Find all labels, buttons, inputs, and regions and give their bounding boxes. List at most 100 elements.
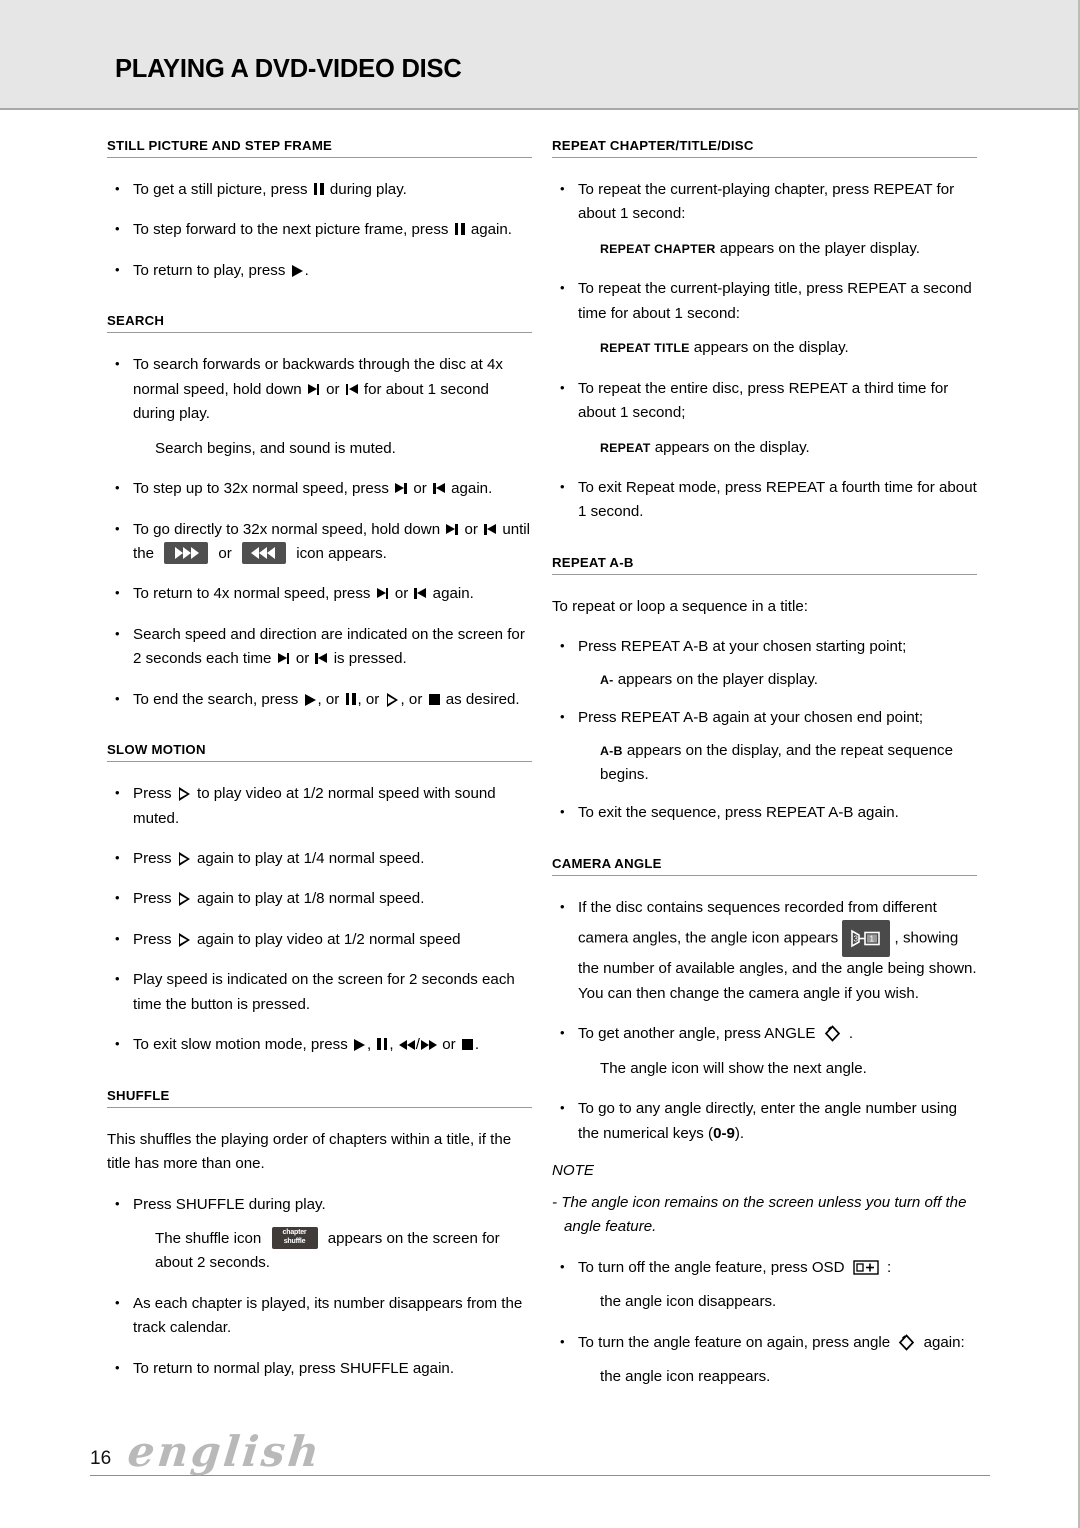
next-track-icon <box>446 523 458 535</box>
section-shuffle: SHUFFLE This shuffles the playing order … <box>107 1088 532 1382</box>
numeric-keys-label: 0-9 <box>713 1124 735 1142</box>
section-intro: This shuffles the playing order of chapt… <box>107 1130 512 1173</box>
bullet-item: If the disc contains sequences recorded … <box>552 896 977 1006</box>
text: or <box>218 544 232 562</box>
bullet-item: To repeat the current-playing title, pre… <box>552 277 977 326</box>
sub-note: A- appears on the player display. <box>552 668 977 692</box>
pause-icon <box>454 223 465 236</box>
text: The shuffle icon <box>155 1229 262 1247</box>
document-page: PLAYING A DVD-VIDEO DISC STILL PICTURE A… <box>0 0 1080 1528</box>
text: or <box>413 480 427 498</box>
text: is pressed. <box>333 650 407 668</box>
text: again. <box>470 221 512 239</box>
text: : <box>886 1258 892 1276</box>
text: again. <box>451 480 493 498</box>
note-text: - The angle icon remains on the screen u… <box>552 1193 967 1236</box>
left-column: STILL PICTURE AND STEP FRAME To get a st… <box>107 138 532 1397</box>
section-still-picture-and-step-frame: STILL PICTURE AND STEP FRAME To get a st… <box>107 138 532 283</box>
bullet-item: To exit Repeat mode, press REPEAT a four… <box>552 476 977 525</box>
text: icon appears. <box>296 544 387 562</box>
bullet-item: To return to play, press . <box>107 259 532 283</box>
bullet-item: To exit slow motion mode, press , , / or… <box>107 1033 532 1057</box>
text: or <box>464 520 478 538</box>
text: Search speed and direction are indicated… <box>133 625 525 668</box>
previous-track-icon <box>315 653 328 665</box>
rewind-icon <box>398 1040 415 1051</box>
bullet-item: To go to any angle directly, enter the a… <box>552 1097 977 1146</box>
camera-angle-display-icon: 3 1 <box>842 920 891 958</box>
pause-icon <box>313 183 324 195</box>
bullet-item: As each chapter is played, its number di… <box>107 1292 532 1341</box>
text: or <box>442 1036 456 1054</box>
bullet-item: Press again to play video at 1/2 normal … <box>107 928 532 952</box>
slow-play-icon <box>178 932 190 947</box>
camera-angle-icon <box>898 1333 915 1351</box>
text: To step up to 32x normal speed, press <box>133 480 389 498</box>
text: To get a still picture, press <box>133 181 308 198</box>
bullet-item: To go directly to 32x normal speed, hold… <box>107 518 532 567</box>
play-icon <box>304 693 316 706</box>
text: . <box>304 261 309 279</box>
section-heading: SLOW MOTION <box>107 742 532 763</box>
fast-forward-display-icon <box>164 541 209 564</box>
shuffle-icon-line-1: chapter <box>282 1228 307 1236</box>
play-icon <box>291 264 303 277</box>
text: To go directly to 32x normal speed, hold… <box>133 520 441 538</box>
page-title: PLAYING A DVD-VIDEO DISC <box>115 55 462 83</box>
text: Press <box>133 890 172 908</box>
previous-track-icon <box>432 483 445 495</box>
bullet-item: Press REPEAT A-B again at your chosen en… <box>552 706 977 730</box>
bullet-item: Press SHUFFLE during play. <box>107 1193 532 1217</box>
bullet-item: To get another angle, press ANGLE . <box>552 1022 977 1046</box>
stop-icon <box>461 1039 473 1051</box>
text: To return to 4x normal speed, press <box>133 585 371 603</box>
text: To return to play, press <box>133 261 286 279</box>
sub-note: A-B appears on the display, and the repe… <box>552 739 977 788</box>
text: appears on the display, and the repeat s… <box>600 741 953 783</box>
bullet-item: To turn off the angle feature, press OSD… <box>552 1256 977 1280</box>
next-track-icon <box>395 483 407 495</box>
footer-language: english <box>125 1427 325 1476</box>
text: To get another angle, press ANGLE <box>578 1025 816 1043</box>
text: To step forward to the next picture fram… <box>133 221 449 239</box>
bullet-item: Search speed and direction are indicated… <box>107 623 532 672</box>
bullet-item: To step forward to the next picture fram… <box>107 218 532 242</box>
text: again to play at 1/8 normal speed. <box>197 890 425 908</box>
fast-forward-icon <box>420 1040 437 1051</box>
display-label: REPEAT TITLE <box>600 341 690 356</box>
osd-icon <box>853 1260 879 1275</box>
text: appears on the player display. <box>617 670 818 688</box>
stop-icon <box>428 693 440 705</box>
pause-icon <box>377 1038 388 1051</box>
section-repeat-a-b: REPEAT A-B To repeat or loop a sequence … <box>552 555 977 826</box>
display-label: REPEAT CHAPTER <box>600 241 716 256</box>
shuffle-icon-line-2: shuffle <box>283 1237 306 1245</box>
text: , <box>389 1036 394 1054</box>
sub-note: The angle icon will show the next angle. <box>600 1059 867 1077</box>
text: again. <box>432 585 474 603</box>
text: ). <box>734 1124 745 1142</box>
previous-track-icon <box>345 383 358 395</box>
bullet-item: Press to play video at 1/2 normal speed … <box>107 782 532 831</box>
text: , <box>366 1036 372 1054</box>
text: . <box>848 1025 854 1043</box>
camera-angle-icon <box>824 1025 841 1042</box>
sub-note: The shuffle icon chapter shuffle appears… <box>107 1226 532 1276</box>
play-icon <box>353 1039 365 1052</box>
text: or <box>326 380 340 398</box>
display-label: REPEAT <box>600 440 651 455</box>
text: To exit slow motion mode, press <box>133 1036 348 1054</box>
next-track-icon <box>376 588 389 600</box>
section-heading: SHUFFLE <box>107 1088 532 1108</box>
bullet-item: To exit the sequence, press REPEAT A-B a… <box>552 801 977 825</box>
sub-note: the angle icon disappears. <box>600 1293 777 1311</box>
text: , or <box>400 690 423 708</box>
text: again to play video at 1/2 normal speed <box>197 930 461 948</box>
note-heading: NOTE <box>552 1161 594 1179</box>
text: , or <box>357 690 380 708</box>
text: appears on the display. <box>693 339 849 357</box>
text: during play. <box>329 181 407 198</box>
text: , <box>894 929 899 947</box>
svg-text:1: 1 <box>870 935 875 944</box>
text: or <box>295 650 310 668</box>
